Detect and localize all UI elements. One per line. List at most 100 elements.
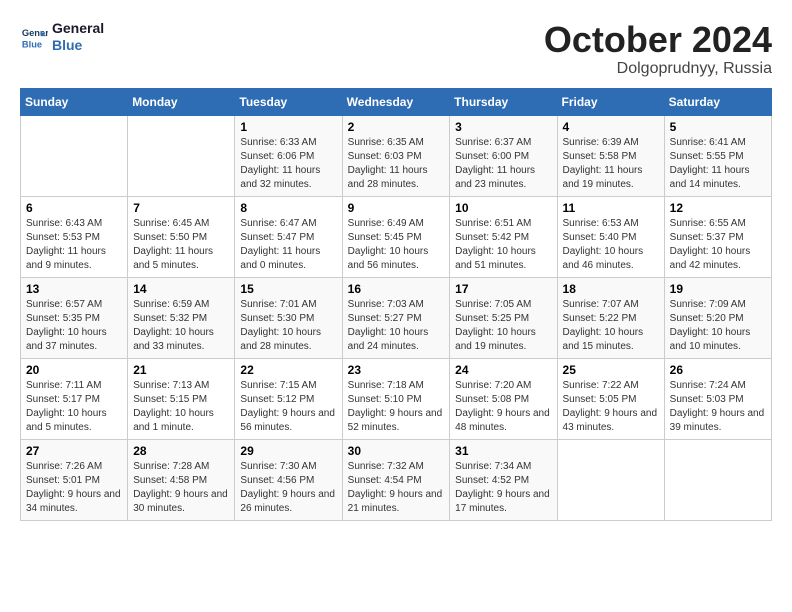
day-number: 14 bbox=[133, 282, 229, 296]
day-header-wednesday: Wednesday bbox=[342, 88, 450, 115]
day-number: 6 bbox=[26, 201, 122, 215]
day-info: Sunrise: 7:20 AMSunset: 5:08 PMDaylight:… bbox=[455, 379, 551, 435]
day-info: Sunrise: 6:47 AMSunset: 5:47 PMDaylight:… bbox=[240, 217, 336, 273]
day-info: Sunrise: 7:03 AMSunset: 5:27 PMDaylight:… bbox=[348, 298, 445, 354]
day-info: Sunrise: 7:18 AMSunset: 5:10 PMDaylight:… bbox=[348, 379, 445, 435]
day-cell: 8Sunrise: 6:47 AMSunset: 5:47 PMDaylight… bbox=[235, 196, 342, 277]
day-cell: 19 Sunrise: 7:09 AMSunset: 5:20 PMDayligh… bbox=[664, 277, 771, 358]
day-info: Sunrise: 7:05 AMSunset: 5:25 PMDaylight:… bbox=[455, 298, 551, 354]
day-cell: 6 Sunrise: 6:43 AMSunset: 5:53 PMDaylight… bbox=[21, 196, 128, 277]
day-header-thursday: Thursday bbox=[450, 88, 557, 115]
day-number: 12 bbox=[670, 201, 766, 215]
day-info: Sunrise: 7:30 AMSunset: 4:56 PMDaylight:… bbox=[240, 460, 336, 516]
day-cell: 22 Sunrise: 7:15 AMSunset: 5:12 PMDayligh… bbox=[235, 358, 342, 439]
day-info: Sunrise: 6:43 AMSunset: 5:53 PMDaylight:… bbox=[26, 217, 122, 273]
day-cell: 30 Sunrise: 7:32 AMSunset: 4:54 PMDayligh… bbox=[342, 439, 450, 520]
day-cell: 21Sunrise: 7:13 AMSunset: 5:15 PMDayligh… bbox=[128, 358, 235, 439]
day-info: Sunrise: 7:11 AMSunset: 5:17 PMDaylight:… bbox=[26, 379, 122, 435]
day-cell: 13 Sunrise: 6:57 AMSunset: 5:35 PMDayligh… bbox=[21, 277, 128, 358]
day-number: 25 bbox=[563, 363, 659, 377]
day-number: 29 bbox=[240, 444, 336, 458]
day-cell: 31 Sunrise: 7:34 AMSunset: 4:52 PMDayligh… bbox=[450, 439, 557, 520]
day-info: Sunrise: 7:26 AMSunset: 5:01 PMDaylight:… bbox=[26, 460, 122, 516]
day-cell: 12 Sunrise: 6:55 AMSunset: 5:37 PMDayligh… bbox=[664, 196, 771, 277]
logo-text: General Blue bbox=[52, 20, 104, 54]
day-cell bbox=[557, 439, 664, 520]
day-number: 9 bbox=[348, 201, 445, 215]
day-number: 31 bbox=[455, 444, 551, 458]
day-number: 18 bbox=[563, 282, 659, 296]
day-number: 30 bbox=[348, 444, 445, 458]
day-header-sunday: Sunday bbox=[21, 88, 128, 115]
day-info: Sunrise: 7:24 AMSunset: 5:03 PMDaylight:… bbox=[670, 379, 766, 435]
day-number: 2 bbox=[348, 120, 445, 134]
day-number: 1 bbox=[240, 120, 336, 134]
logo-icon: General Blue bbox=[20, 23, 48, 51]
title-block: October 2024 Dolgoprudnyy, Russia bbox=[544, 20, 772, 78]
day-header-friday: Friday bbox=[557, 88, 664, 115]
day-info: Sunrise: 6:37 AMSunset: 6:00 PMDaylight:… bbox=[455, 136, 551, 192]
day-header-saturday: Saturday bbox=[664, 88, 771, 115]
day-cell: 16 Sunrise: 7:03 AMSunset: 5:27 PMDayligh… bbox=[342, 277, 450, 358]
day-cell: 20 Sunrise: 7:11 AMSunset: 5:17 PMDayligh… bbox=[21, 358, 128, 439]
day-info: Sunrise: 6:57 AMSunset: 5:35 PMDaylight:… bbox=[26, 298, 122, 354]
week-row-3: 13 Sunrise: 6:57 AMSunset: 5:35 PMDayligh… bbox=[21, 277, 772, 358]
day-info: Sunrise: 6:59 AMSunset: 5:32 PMDaylight:… bbox=[133, 298, 229, 354]
day-cell: 24Sunrise: 7:20 AMSunset: 5:08 PMDayligh… bbox=[450, 358, 557, 439]
day-number: 15 bbox=[240, 282, 336, 296]
day-cell: 28Sunrise: 7:28 AMSunset: 4:58 PMDayligh… bbox=[128, 439, 235, 520]
week-row-2: 6 Sunrise: 6:43 AMSunset: 5:53 PMDaylight… bbox=[21, 196, 772, 277]
day-cell: 10Sunrise: 6:51 AMSunset: 5:42 PMDayligh… bbox=[450, 196, 557, 277]
day-info: Sunrise: 7:09 AMSunset: 5:20 PMDaylight:… bbox=[670, 298, 766, 354]
month-title: October 2024 bbox=[544, 20, 772, 60]
day-info: Sunrise: 6:55 AMSunset: 5:37 PMDaylight:… bbox=[670, 217, 766, 273]
day-number: 4 bbox=[563, 120, 659, 134]
day-info: Sunrise: 6:39 AMSunset: 5:58 PMDaylight:… bbox=[563, 136, 659, 192]
day-info: Sunrise: 6:35 AMSunset: 6:03 PMDaylight:… bbox=[348, 136, 445, 192]
day-cell bbox=[21, 115, 128, 196]
week-row-4: 20 Sunrise: 7:11 AMSunset: 5:17 PMDayligh… bbox=[21, 358, 772, 439]
day-cell: 29 Sunrise: 7:30 AMSunset: 4:56 PMDayligh… bbox=[235, 439, 342, 520]
week-row-5: 27Sunrise: 7:26 AMSunset: 5:01 PMDayligh… bbox=[21, 439, 772, 520]
day-header-tuesday: Tuesday bbox=[235, 88, 342, 115]
day-info: Sunrise: 7:01 AMSunset: 5:30 PMDaylight:… bbox=[240, 298, 336, 354]
day-cell: 2 Sunrise: 6:35 AMSunset: 6:03 PMDaylight… bbox=[342, 115, 450, 196]
days-header-row: SundayMondayTuesdayWednesdayThursdayFrid… bbox=[21, 88, 772, 115]
day-number: 22 bbox=[240, 363, 336, 377]
day-info: Sunrise: 7:28 AMSunset: 4:58 PMDaylight:… bbox=[133, 460, 229, 516]
day-number: 20 bbox=[26, 363, 122, 377]
day-number: 11 bbox=[563, 201, 659, 215]
day-cell bbox=[664, 439, 771, 520]
day-cell: 9Sunrise: 6:49 AMSunset: 5:45 PMDaylight… bbox=[342, 196, 450, 277]
day-cell: 5Sunrise: 6:41 AMSunset: 5:55 PMDaylight… bbox=[664, 115, 771, 196]
location-title: Dolgoprudnyy, Russia bbox=[544, 60, 772, 78]
day-number: 17 bbox=[455, 282, 551, 296]
day-header-monday: Monday bbox=[128, 88, 235, 115]
day-info: Sunrise: 7:22 AMSunset: 5:05 PMDaylight:… bbox=[563, 379, 659, 435]
day-info: Sunrise: 7:15 AMSunset: 5:12 PMDaylight:… bbox=[240, 379, 336, 435]
svg-text:General: General bbox=[22, 28, 48, 38]
day-number: 5 bbox=[670, 120, 766, 134]
day-number: 23 bbox=[348, 363, 445, 377]
week-row-1: 1 Sunrise: 6:33 AMSunset: 6:06 PMDaylight… bbox=[21, 115, 772, 196]
day-number: 3 bbox=[455, 120, 551, 134]
day-number: 19 bbox=[670, 282, 766, 296]
day-number: 7 bbox=[133, 201, 229, 215]
day-info: Sunrise: 7:34 AMSunset: 4:52 PMDaylight:… bbox=[455, 460, 551, 516]
day-cell bbox=[128, 115, 235, 196]
page-header: General Blue General Blue October 2024 D… bbox=[20, 20, 772, 78]
day-info: Sunrise: 7:13 AMSunset: 5:15 PMDaylight:… bbox=[133, 379, 229, 435]
day-cell: 4 Sunrise: 6:39 AMSunset: 5:58 PMDaylight… bbox=[557, 115, 664, 196]
day-cell: 17 Sunrise: 7:05 AMSunset: 5:25 PMDayligh… bbox=[450, 277, 557, 358]
day-number: 16 bbox=[348, 282, 445, 296]
svg-text:Blue: Blue bbox=[22, 39, 42, 49]
day-cell: 27Sunrise: 7:26 AMSunset: 5:01 PMDayligh… bbox=[21, 439, 128, 520]
calendar-table: SundayMondayTuesdayWednesdayThursdayFrid… bbox=[20, 88, 772, 521]
day-info: Sunrise: 7:32 AMSunset: 4:54 PMDaylight:… bbox=[348, 460, 445, 516]
day-info: Sunrise: 6:51 AMSunset: 5:42 PMDaylight:… bbox=[455, 217, 551, 273]
day-info: Sunrise: 6:33 AMSunset: 6:06 PMDaylight:… bbox=[240, 136, 336, 192]
day-number: 13 bbox=[26, 282, 122, 296]
day-cell: 23 Sunrise: 7:18 AMSunset: 5:10 PMDayligh… bbox=[342, 358, 450, 439]
day-info: Sunrise: 6:45 AMSunset: 5:50 PMDaylight:… bbox=[133, 217, 229, 273]
day-cell: 15 Sunrise: 7:01 AMSunset: 5:30 PMDayligh… bbox=[235, 277, 342, 358]
